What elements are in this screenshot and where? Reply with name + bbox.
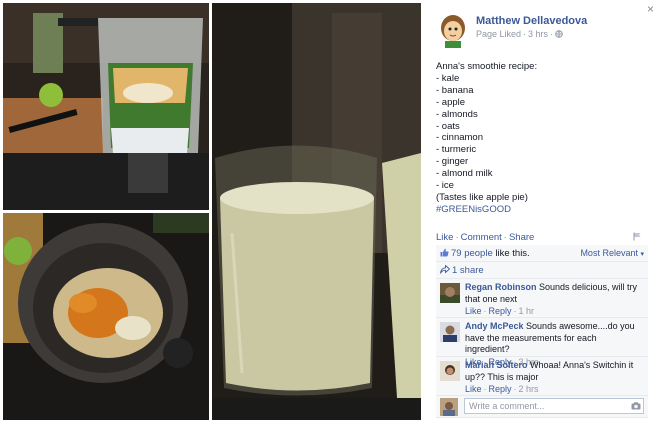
commenter-name[interactable]: Regan Robinson xyxy=(465,282,537,292)
post-meta: Page Liked · 3 hrs · xyxy=(476,29,563,39)
author-avatar[interactable] xyxy=(436,14,470,48)
post-line: - banana xyxy=(436,84,474,96)
comment-item: Andy McPeck Sounds awesome....do you hav… xyxy=(436,318,648,367)
comment-input[interactable] xyxy=(464,398,644,414)
likes-summary: 79 people like this. Most Relevant ▾ xyxy=(436,245,648,262)
post-line: - ginger xyxy=(436,156,469,168)
comment-body: Mariah Soltero Whoaa! Anna's Switchin it… xyxy=(465,360,634,394)
close-icon[interactable]: × xyxy=(647,2,654,16)
share-button[interactable]: Share xyxy=(509,232,534,243)
photo-collage xyxy=(0,0,424,421)
sort-label: Most Relevant xyxy=(580,248,638,258)
avatar xyxy=(440,398,458,416)
post-line: - almond milk xyxy=(436,168,493,180)
flag-icon[interactable] xyxy=(633,232,642,241)
avatar[interactable] xyxy=(440,322,460,342)
comment-reply-button[interactable]: Reply xyxy=(489,306,512,316)
author-name[interactable]: Matthew Dellavedova xyxy=(476,15,587,27)
comment-reply-button[interactable]: Reply xyxy=(489,384,512,394)
comment-body: Regan Robinson Sounds delicious, will tr… xyxy=(465,282,638,316)
avatar[interactable] xyxy=(440,283,460,303)
commenter-name[interactable]: Andy McPeck xyxy=(465,321,524,331)
post-actions: Like · Comment · Share xyxy=(436,232,535,243)
thumbs-up-icon xyxy=(440,248,449,257)
comment-like-button[interactable]: Like xyxy=(465,306,482,316)
share-icon xyxy=(440,264,451,274)
like-button[interactable]: Like xyxy=(436,232,453,243)
camera-icon[interactable] xyxy=(631,402,641,410)
post-line: Anna's smoothie recipe: xyxy=(436,61,538,72)
shares-link[interactable]: 1 share xyxy=(436,262,648,279)
photo-blender-top-view[interactable] xyxy=(3,213,209,420)
avatar[interactable] xyxy=(440,361,460,381)
chevron-down-icon: ▾ xyxy=(640,251,644,258)
post-line: - oats xyxy=(436,120,460,132)
comment-button[interactable]: Comment xyxy=(461,232,502,243)
comment-item: Regan Robinson Sounds delicious, will tr… xyxy=(436,279,648,318)
photo-blender-ingredients[interactable] xyxy=(3,3,209,210)
comment-time[interactable]: 1 hr xyxy=(519,306,535,316)
comment-time[interactable]: 2 hrs xyxy=(519,384,539,394)
comment-item: Mariah Soltero Whoaa! Anna's Switchin it… xyxy=(436,357,648,396)
photo-smoothie-glasses[interactable] xyxy=(212,3,421,420)
post-text: Anna's smoothie recipe: - kale - banana … xyxy=(436,61,646,216)
comment-like-button[interactable]: Like xyxy=(465,384,482,394)
sort-comments-dropdown[interactable]: Most Relevant ▾ xyxy=(580,248,644,258)
post-line: (Tastes like apple pie) xyxy=(436,191,528,203)
post-line: - ice xyxy=(436,180,454,192)
post-line: - turmeric xyxy=(436,144,477,156)
shares-count: 1 share xyxy=(452,265,484,276)
page-liked-status: Page Liked xyxy=(476,29,522,39)
likes-suffix: like this. xyxy=(492,248,530,259)
post-line: - almonds xyxy=(436,108,478,120)
post-line: - apple xyxy=(436,96,466,108)
likes-count-link[interactable]: 79 people xyxy=(451,248,493,259)
write-comment-row xyxy=(436,396,648,418)
feedback-box: 79 people like this. Most Relevant ▾ 1 s… xyxy=(436,245,648,418)
commenter-name[interactable]: Mariah Soltero xyxy=(465,360,528,370)
globe-icon xyxy=(555,30,563,38)
hashtag-link[interactable]: #GREENisGOOD xyxy=(436,204,646,216)
post-line: - kale xyxy=(436,72,460,84)
post-panel: × Matthew Dellavedova Page Liked · 3 hrs · … xyxy=(430,0,660,421)
post-header: Matthew Dellavedova Page Liked · 3 hrs · xyxy=(436,14,646,50)
post-line: - cinnamon xyxy=(436,132,483,144)
post-time[interactable]: 3 hrs xyxy=(528,29,548,39)
